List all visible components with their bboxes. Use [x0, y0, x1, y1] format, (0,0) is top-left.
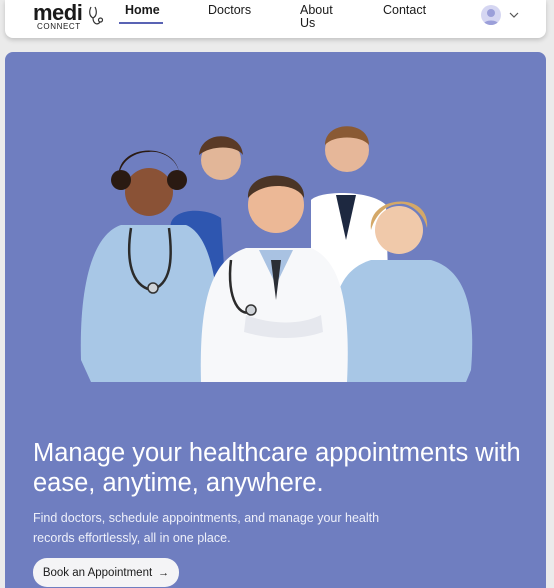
stethoscope-icon	[89, 6, 104, 25]
logo-wordmark: medi	[33, 0, 83, 25]
book-appointment-button[interactable]: Book an Appointment →	[33, 558, 179, 587]
arrow-right-icon: →	[158, 566, 170, 579]
navbar: medi CONNECT Home Doctors About Us Conta…	[5, 0, 546, 38]
hero-section: Manage your healthcare appointments with…	[5, 52, 546, 588]
logo[interactable]: medi CONNECT	[33, 2, 105, 32]
nav-home-link[interactable]: Home	[125, 4, 160, 17]
user-menu[interactable]	[481, 5, 521, 27]
nav-doctors-link[interactable]: Doctors	[208, 4, 251, 17]
nav-active-indicator	[119, 22, 163, 24]
avatar[interactable]	[481, 5, 501, 25]
nav-contact-link[interactable]: Contact	[383, 4, 426, 17]
chevron-down-icon[interactable]	[509, 11, 519, 19]
hero-subtitle: Find doctors, schedule appointments, and…	[33, 511, 380, 545]
nav-about-link[interactable]: About Us	[300, 4, 340, 30]
doctors-team-image	[80, 126, 473, 382]
book-appointment-label: Book an Appointment	[42, 566, 153, 579]
user-icon	[483, 9, 499, 25]
hero-title: Manage your healthcare appointments with…	[33, 439, 521, 497]
logo-subtitle: CONNECT	[37, 22, 81, 31]
